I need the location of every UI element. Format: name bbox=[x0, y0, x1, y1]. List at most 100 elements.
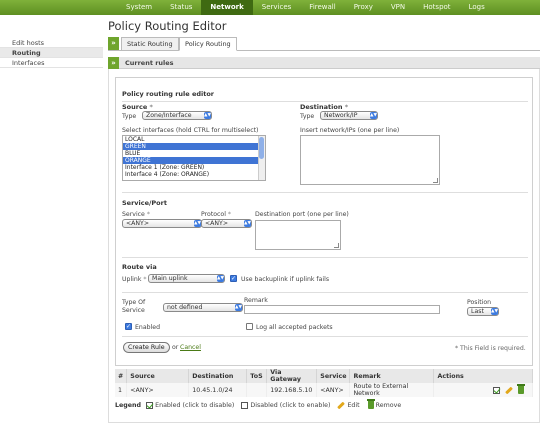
list-option[interactable]: Interface 1 (Zone: GREEN) bbox=[123, 164, 265, 171]
select-caret-icon: ▲▼ bbox=[244, 220, 251, 227]
create-rule-button[interactable]: Create Rule bbox=[123, 342, 170, 353]
col-header-destination: Destination bbox=[188, 369, 248, 383]
select-caret-icon: ▲▼ bbox=[204, 112, 211, 119]
or-text: or bbox=[172, 344, 179, 351]
tos-select[interactable]: not defined ▲▼ bbox=[163, 303, 243, 312]
editor-title: Policy routing rule editor bbox=[122, 90, 215, 98]
dest-port-textarea[interactable] bbox=[255, 220, 341, 250]
sidebar-item-interfaces[interactable]: Interfaces bbox=[0, 58, 103, 68]
nav-item-firewall[interactable]: Firewall bbox=[300, 0, 344, 15]
legend: Legend Enabled (click to disable) Disabl… bbox=[115, 399, 402, 409]
nav-item-network[interactable]: Network bbox=[201, 0, 253, 15]
top-nav: System Status Network Services Firewall … bbox=[0, 0, 540, 15]
select-caret-icon: ▲▼ bbox=[194, 220, 201, 227]
required-note: * This Field is required. bbox=[455, 345, 526, 352]
divider bbox=[122, 101, 528, 102]
divider bbox=[122, 257, 528, 258]
double-chevron-icon: » bbox=[108, 37, 119, 50]
position-label: Position bbox=[467, 299, 492, 306]
remark-input[interactable] bbox=[244, 305, 440, 314]
dest-port-label: Destination port (one per line) bbox=[255, 211, 349, 218]
source-select-hint: Select interfaces (hold CTRL for multise… bbox=[122, 127, 259, 134]
legend-enabled: Enabled (click to disable) bbox=[155, 402, 235, 409]
list-option[interactable]: LOCAL bbox=[123, 136, 265, 143]
tab-policy-routing[interactable]: Policy Routing bbox=[179, 37, 237, 51]
legend-edit: Edit bbox=[347, 402, 360, 409]
page-title: Policy Routing Editor bbox=[108, 19, 227, 33]
col-header-gateway: Via Gateway bbox=[266, 369, 318, 383]
legend-remove: Remove bbox=[375, 402, 402, 409]
service-label-row: Service * bbox=[122, 211, 150, 218]
sidebar-item-edit-hosts[interactable]: Edit hosts bbox=[0, 38, 103, 48]
remark-label: Remark bbox=[244, 297, 268, 304]
select-caret-icon: ▲▼ bbox=[217, 275, 224, 282]
scroll-thumb[interactable] bbox=[259, 137, 264, 159]
pencil-icon bbox=[337, 401, 346, 409]
remove-trash-icon[interactable] bbox=[517, 384, 525, 394]
log-packets-checkbox[interactable] bbox=[246, 323, 253, 330]
col-header-tos: ToS bbox=[246, 369, 268, 383]
destination-heading: Destination * bbox=[300, 103, 348, 111]
required-mark: * bbox=[344, 103, 349, 111]
service-label: Service bbox=[122, 211, 145, 218]
list-option[interactable]: BLUE bbox=[123, 150, 265, 157]
rule-editor: Policy routing rule editor Source * Type… bbox=[115, 77, 533, 366]
destination-insert-hint: Insert network/IPs (one per line) bbox=[300, 127, 400, 134]
divider bbox=[122, 336, 528, 337]
backuplink-label: Use backuplink if uplink fails bbox=[241, 276, 330, 283]
sidebar-item-routing[interactable]: Routing bbox=[0, 48, 103, 58]
route-heading: Route via bbox=[122, 263, 157, 271]
service-select[interactable]: <ANY> ▲▼ bbox=[122, 219, 202, 228]
table-header-row: # Source Destination ToS Via Gateway Ser… bbox=[115, 369, 533, 383]
section-title: Current rules bbox=[125, 59, 174, 67]
nav-item-system[interactable]: System bbox=[117, 0, 161, 15]
col-header-actions: Actions bbox=[433, 369, 533, 383]
nav-item-proxy[interactable]: Proxy bbox=[345, 0, 382, 15]
cancel-link[interactable]: Cancel bbox=[180, 344, 201, 351]
source-type-value: Zone/Interface bbox=[146, 112, 192, 119]
nav-item-logs[interactable]: Logs bbox=[460, 0, 494, 15]
nav-item-status[interactable]: Status bbox=[161, 0, 201, 15]
source-interfaces-list[interactable]: LOCAL GREEN BLUE ORANGE Interface 1 (Zon… bbox=[122, 135, 266, 181]
log-packets-label: Log all accepted packets bbox=[256, 324, 333, 331]
edit-pencil-icon[interactable] bbox=[505, 386, 513, 394]
backuplink-checkbox[interactable]: ✓ bbox=[230, 275, 237, 282]
select-caret-icon: ▲▼ bbox=[370, 112, 377, 119]
source-heading: Source * bbox=[122, 103, 153, 111]
nav-item-vpn[interactable]: VPN bbox=[382, 0, 414, 15]
destination-label: Destination bbox=[300, 103, 343, 111]
list-option[interactable]: ORANGE bbox=[123, 157, 265, 164]
nav-item-services[interactable]: Services bbox=[253, 0, 301, 15]
uplink-value: Main uplink bbox=[152, 275, 188, 282]
divider bbox=[122, 192, 528, 193]
current-rules-header[interactable]: » Current rules bbox=[108, 57, 540, 69]
list-option[interactable]: Interface 4 (Zone: ORANGE) bbox=[123, 171, 265, 178]
list-option[interactable]: GREEN bbox=[123, 143, 265, 150]
col-header-num: # bbox=[115, 369, 128, 383]
source-type-select[interactable]: Zone/Interface ▲▼ bbox=[142, 111, 212, 120]
cell-tos bbox=[246, 383, 268, 397]
sidebar: Edit hosts Routing Interfaces bbox=[0, 38, 103, 68]
destination-textarea[interactable] bbox=[300, 135, 440, 185]
position-select[interactable]: Last ▲▼ bbox=[467, 307, 499, 316]
legend-disabled: Disabled (click to enable) bbox=[250, 402, 331, 409]
cell-destination: 10.45.1.0/24 bbox=[188, 383, 248, 397]
divider bbox=[122, 292, 528, 293]
destination-type-value: Network/IP bbox=[324, 112, 358, 119]
required-mark: * bbox=[227, 211, 231, 218]
resize-grip-icon[interactable] bbox=[334, 243, 339, 248]
tab-static-routing[interactable]: Static Routing bbox=[121, 37, 179, 51]
source-type-label: Type bbox=[122, 113, 137, 120]
required-mark: * bbox=[149, 103, 153, 111]
cell-source: <ANY> bbox=[126, 383, 190, 397]
list-scrollbar[interactable] bbox=[258, 136, 265, 180]
resize-grip-icon[interactable] bbox=[433, 178, 438, 183]
col-header-service: Service bbox=[316, 369, 351, 383]
enabled-checkbox[interactable]: ✓ bbox=[125, 323, 132, 330]
enabled-toggle-icon[interactable] bbox=[492, 386, 500, 394]
uplink-select[interactable]: Main uplink ▲▼ bbox=[148, 274, 225, 283]
nav-item-hotspot[interactable]: Hotspot bbox=[414, 0, 459, 15]
destination-type-select[interactable]: Network/IP ▲▼ bbox=[320, 111, 378, 120]
required-mark: * bbox=[143, 276, 147, 283]
protocol-select[interactable]: <ANY> ▲▼ bbox=[201, 219, 252, 228]
